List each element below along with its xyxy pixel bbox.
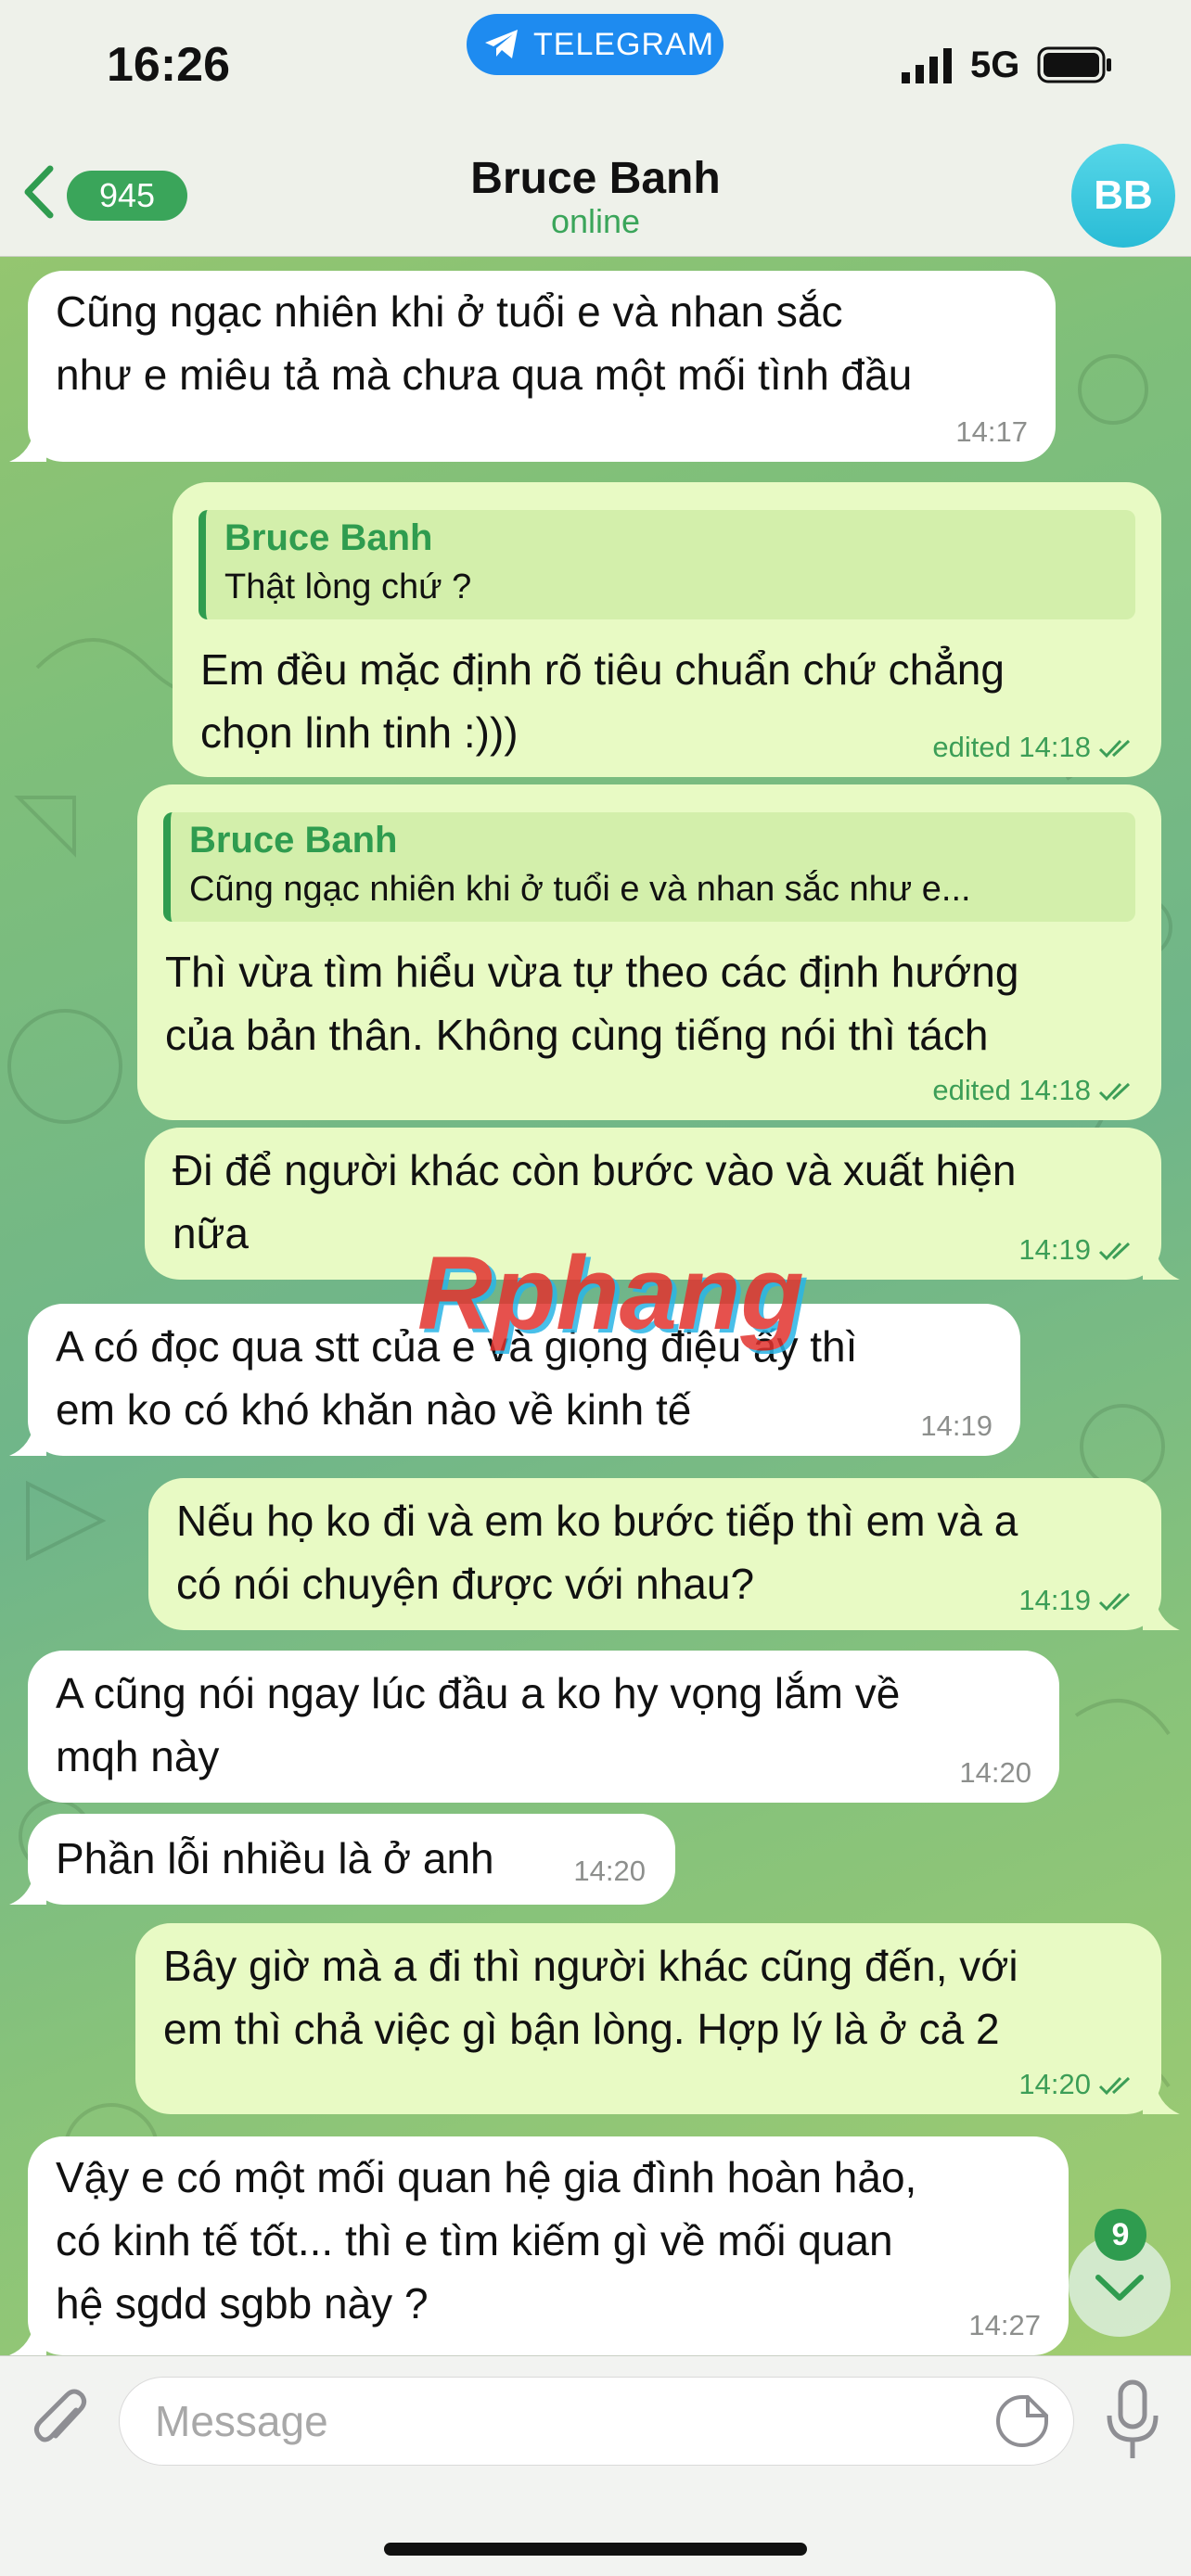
reply-author: Bruce Banh <box>224 517 433 558</box>
message-text: A cũng nói ngay lúc đầu a ko hy vọng lắm… <box>56 1669 901 1780</box>
reply-quote[interactable]: Bruce Banh Cũng ngạc nhiên khi ở tuổi e … <box>163 812 1135 922</box>
bubble-tail <box>9 425 46 462</box>
message-time: 14:17 <box>955 415 1028 448</box>
signal-icon <box>902 48 952 83</box>
message-bubble-incoming[interactable]: A cũng nói ngay lúc đầu a ko hy vọng lắm… <box>28 1651 1059 1803</box>
message-bubble-outgoing[interactable]: Nếu họ ko đi và em ko bước tiếp thì em v… <box>148 1478 1180 1630</box>
network-type: 5G <box>970 45 1020 85</box>
telegram-plane-icon <box>485 30 518 58</box>
message-time: edited 14:18 <box>932 1074 1091 1106</box>
double-check-icon <box>1098 1242 1131 1261</box>
bubble-tail <box>1143 2077 1180 2114</box>
reply-quote[interactable]: Bruce Banh Thật lòng chứ ? <box>198 510 1135 619</box>
chat-header: 945 Bruce Banh online BB <box>0 139 1191 257</box>
telegram-chat-screen: 16:26 TELEGRAM 5G 945 Bruce Banh online … <box>0 0 1191 2576</box>
watermark: Rphang <box>417 1235 804 1351</box>
message-time: 14:27 <box>968 2309 1041 2341</box>
message-bubble-outgoing[interactable]: Bây giờ mà a đi thì người khác cũng đến,… <box>135 1923 1180 2114</box>
bubble-tail <box>9 1419 46 1456</box>
contact-status: online <box>550 202 641 240</box>
message-text: Phần lỗi nhiều là ở anh <box>56 1834 494 1882</box>
home-indicator[interactable] <box>384 2543 807 2556</box>
message-text: Em đều mặc định rõ tiêu chuẩn chứ chẳng … <box>200 645 1005 757</box>
bubble-tail <box>9 1868 46 1905</box>
telegram-return-pill[interactable]: TELEGRAM <box>467 14 724 75</box>
message-bubble-outgoing[interactable]: Bruce Banh Thật lòng chứ ? Em đều mặc đị… <box>173 482 1161 777</box>
message-time: 14:19 <box>1018 1584 1091 1616</box>
battery-icon <box>1037 46 1111 83</box>
message-time: 14:20 <box>1018 2068 1091 2100</box>
message-bubble-incoming[interactable]: Phần lỗi nhiều là ở anh 14:20 <box>9 1814 675 1905</box>
message-text: Vậy e có một mối quan hệ gia đình hoàn h… <box>56 2153 917 2327</box>
double-check-icon <box>1098 739 1131 759</box>
message-text: Bây giờ mà a đi thì người khác cũng đến,… <box>163 1942 1018 2053</box>
sticker-icon[interactable] <box>994 2393 1050 2449</box>
message-bubble-incoming[interactable]: Cũng ngạc nhiên khi ở tuổi e và nhan sắc… <box>9 271 1056 462</box>
reply-text: Cũng ngạc nhiên khi ở tuổi e và nhan sắc… <box>189 870 971 909</box>
status-bar: 16:26 TELEGRAM 5G <box>0 0 1191 139</box>
double-check-icon <box>1098 2076 1131 2096</box>
reply-text: Thật lòng chứ ? <box>224 567 472 606</box>
message-time: 14:19 <box>920 1409 992 1442</box>
message-bubble-incoming[interactable]: Vậy e có một mối quan hệ gia đình hoàn h… <box>9 2136 1069 2355</box>
bubble-tail <box>9 2318 46 2355</box>
telegram-label: TELEGRAM <box>533 27 715 62</box>
message-time: 14:20 <box>959 1756 1031 1789</box>
bubble-tail <box>1143 1593 1180 1630</box>
message-text: Nếu họ ko đi và em ko bước tiếp thì em v… <box>176 1497 1018 1608</box>
double-check-icon <box>1098 1082 1131 1102</box>
message-text: Thì vừa tìm hiểu vừa tự theo các định hư… <box>165 948 1019 1059</box>
message-text: Cũng ngạc nhiên khi ở tuổi e và nhan sắc… <box>56 287 913 399</box>
unread-messages-badge: 9 <box>1095 2209 1146 2261</box>
avatar[interactable]: BB <box>1071 144 1175 248</box>
message-bubble-outgoing[interactable]: Bruce Banh Cũng ngạc nhiên khi ở tuổi e … <box>137 784 1161 1120</box>
microphone-icon[interactable] <box>1100 2378 1165 2464</box>
message-input[interactable] <box>119 2377 1074 2466</box>
message-time: 14:20 <box>573 1855 646 1887</box>
reply-author: Bruce Banh <box>189 820 398 861</box>
status-time: 16:26 <box>107 38 230 92</box>
double-check-icon <box>1098 1592 1131 1612</box>
bubble-tail <box>1143 1243 1180 1280</box>
attach-icon[interactable] <box>28 2382 93 2456</box>
message-time: edited 14:18 <box>932 731 1091 763</box>
message-time: 14:19 <box>1018 1233 1091 1266</box>
